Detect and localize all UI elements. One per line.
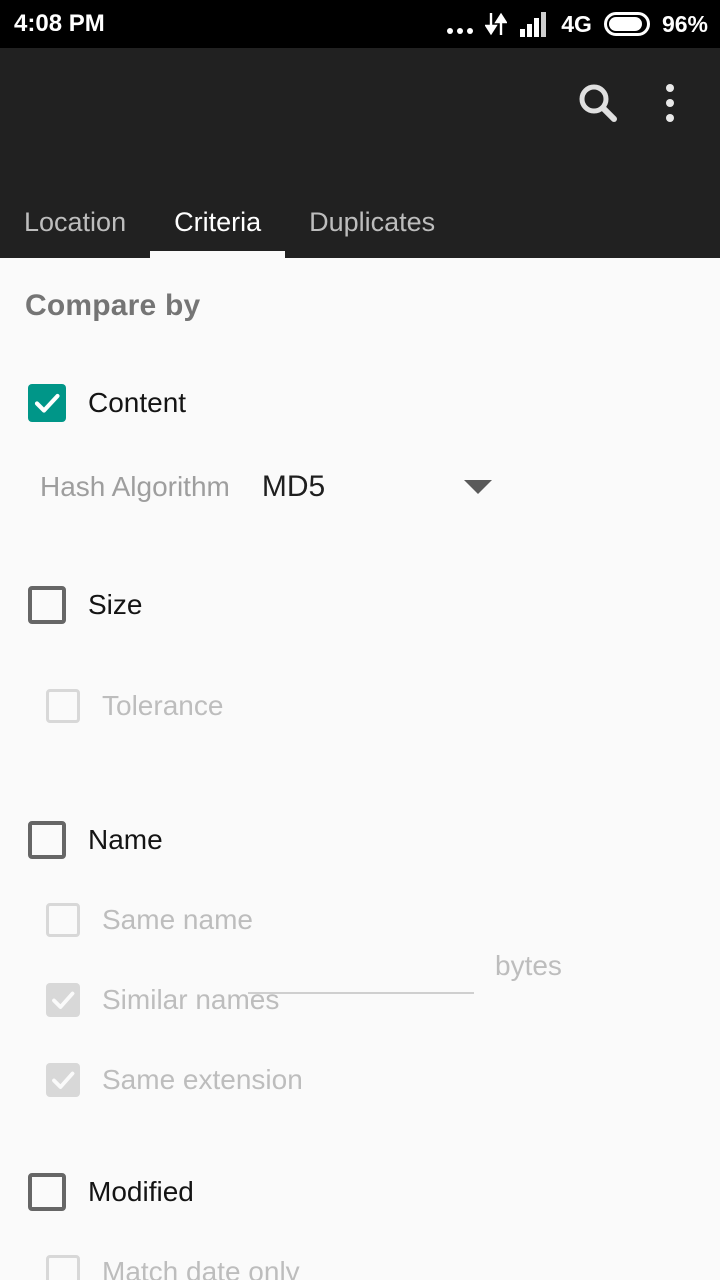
network-type-label: 4G [561,11,592,37]
overflow-menu-button[interactable] [634,67,706,139]
search-button[interactable] [562,67,634,139]
tab-duplicates-label: Duplicates [309,206,436,237]
checkbox-row-match-date-only[interactable]: Match date only [46,1255,300,1280]
checkbox-same-extension-label: Same extension [102,1064,303,1095]
criteria-panel: Compare by Content Hash Algorithm MD5 Si… [0,258,720,1280]
check-icon [52,1071,75,1089]
section-title-compare-by: Compare by [25,289,201,322]
checkbox-content[interactable] [28,384,66,422]
checkbox-same-extension[interactable] [46,1063,80,1097]
more-dots-icon [447,10,474,38]
checkbox-row-modified[interactable]: Modified [28,1173,194,1211]
tab-duplicates[interactable]: Duplicates [285,186,459,258]
tab-indicator [150,251,286,258]
checkbox-match-date-only-label: Match date only [102,1256,300,1280]
sync-arrows-icon [485,12,508,36]
app-screen: 4:08 PM 4G 96% Location Criteria Duplica… [0,0,720,1280]
hash-algorithm-value: MD5 [261,470,326,503]
checkbox-tolerance[interactable] [46,689,80,723]
hash-algorithm-spinner[interactable]: MD5 [262,470,492,504]
chevron-down-icon [463,480,492,494]
checkbox-similar-names[interactable] [46,983,80,1017]
tab-bar: Location Criteria Duplicates [0,186,459,258]
check-icon [52,991,75,1009]
checkbox-modified[interactable] [28,1173,66,1211]
checkbox-row-tolerance[interactable]: Tolerance [46,689,223,723]
checkbox-content-label: Content [88,387,187,418]
checkbox-size[interactable] [28,586,66,624]
tolerance-unit-label: bytes [495,950,562,981]
status-bar-icons: 4G 96% [447,10,708,38]
checkbox-same-name[interactable] [46,903,80,937]
overflow-menu-icon [666,84,674,122]
checkbox-name-label: Name [88,824,163,855]
checkbox-same-name-label: Same name [102,904,253,935]
signal-bars-icon [520,12,547,37]
checkbox-row-same-name[interactable]: Same name [46,903,253,937]
tab-criteria[interactable]: Criteria [150,186,286,258]
checkbox-row-name[interactable]: Name [28,821,163,859]
checkbox-size-label: Size [88,589,143,620]
battery-percent-label: 96% [661,11,708,37]
app-bar-actions [562,48,720,158]
checkbox-row-same-extension[interactable]: Same extension [46,1063,303,1097]
hash-algorithm-row[interactable]: Hash Algorithm MD5 [40,470,500,504]
status-bar: 4:08 PM 4G 96% [0,0,720,48]
search-icon [579,84,617,122]
checkbox-row-content[interactable]: Content [28,384,186,422]
checkbox-similar-names-label: Similar names [102,984,280,1015]
checkbox-modified-label: Modified [88,1176,194,1207]
tolerance-input[interactable] [248,944,474,994]
check-icon [34,393,60,413]
tab-location-label: Location [24,206,127,237]
checkbox-match-date-only[interactable] [46,1255,80,1280]
checkbox-name[interactable] [28,821,66,859]
tab-criteria-label: Criteria [174,206,262,237]
status-bar-clock: 4:08 PM [14,10,105,37]
checkbox-row-size[interactable]: Size [28,586,142,624]
tab-location[interactable]: Location [0,186,150,258]
hash-algorithm-label: Hash Algorithm [40,471,230,502]
app-bar: Location Criteria Duplicates [0,48,720,258]
checkbox-tolerance-label: Tolerance [102,690,224,721]
battery-icon [603,12,650,36]
checkbox-row-similar-names[interactable]: Similar names [46,983,279,1017]
